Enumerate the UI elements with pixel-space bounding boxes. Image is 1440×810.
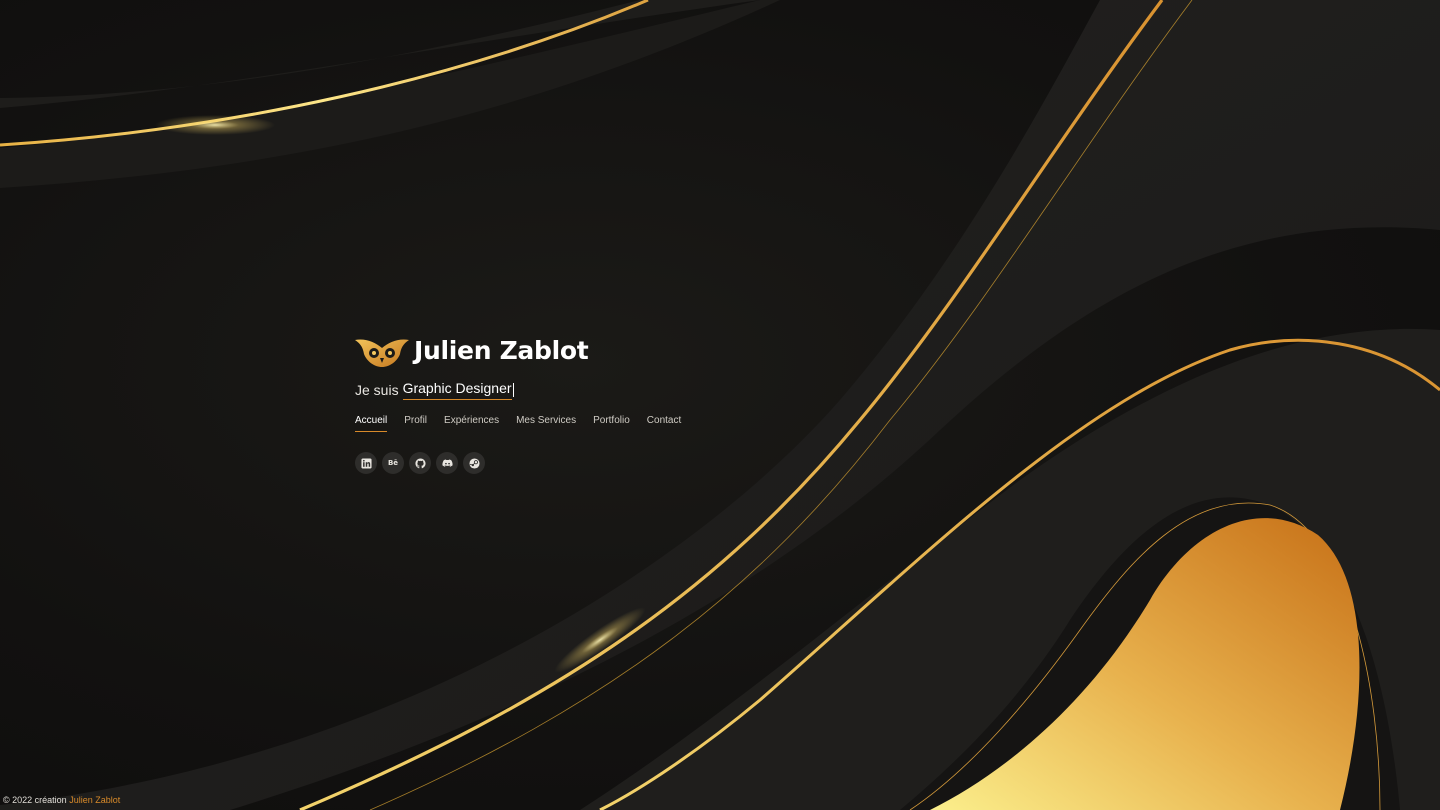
nav-item-portfolio[interactable]: Portfolio <box>593 414 630 432</box>
social-links: Bē <box>355 452 775 474</box>
behance-button[interactable]: Bē <box>382 452 404 474</box>
linkedin-icon <box>360 457 372 469</box>
github-button[interactable] <box>409 452 431 474</box>
tagline: Je suis Graphic Designer <box>355 378 775 400</box>
behance-icon: Bē <box>387 459 399 467</box>
nav-item-mes-services[interactable]: Mes Services <box>516 414 576 432</box>
github-icon <box>414 457 426 468</box>
brand[interactable]: Julien Zablot <box>355 334 775 368</box>
main-nav: Accueil Profil Expériences Mes Services … <box>355 414 775 432</box>
linkedin-button[interactable] <box>355 452 377 474</box>
tagline-intro: Je suis <box>355 382 399 398</box>
typing-caret <box>512 383 514 397</box>
page: Julien Zablot Je suis Graphic Designer A… <box>0 0 1440 810</box>
footer-author-link[interactable]: Julien Zablot <box>69 795 120 805</box>
brand-name: Julien Zablot <box>414 336 589 365</box>
footer-copyright: © 2022 création <box>3 795 67 805</box>
steam-button[interactable] <box>463 452 485 474</box>
discord-button[interactable] <box>436 452 458 474</box>
steam-icon <box>468 457 480 469</box>
tagline-role: Graphic Designer <box>402 378 512 400</box>
nav-item-accueil[interactable]: Accueil <box>355 414 388 432</box>
footer: © 2022 création Julien Zablot <box>3 794 120 806</box>
owl-icon <box>355 339 409 367</box>
nav-item-profil[interactable]: Profil <box>404 414 427 432</box>
discord-icon <box>441 458 453 467</box>
nav-item-contact[interactable]: Contact <box>647 414 681 432</box>
nav-item-experiences[interactable]: Expériences <box>444 414 499 432</box>
hero: Julien Zablot Je suis Graphic Designer A… <box>355 334 775 474</box>
